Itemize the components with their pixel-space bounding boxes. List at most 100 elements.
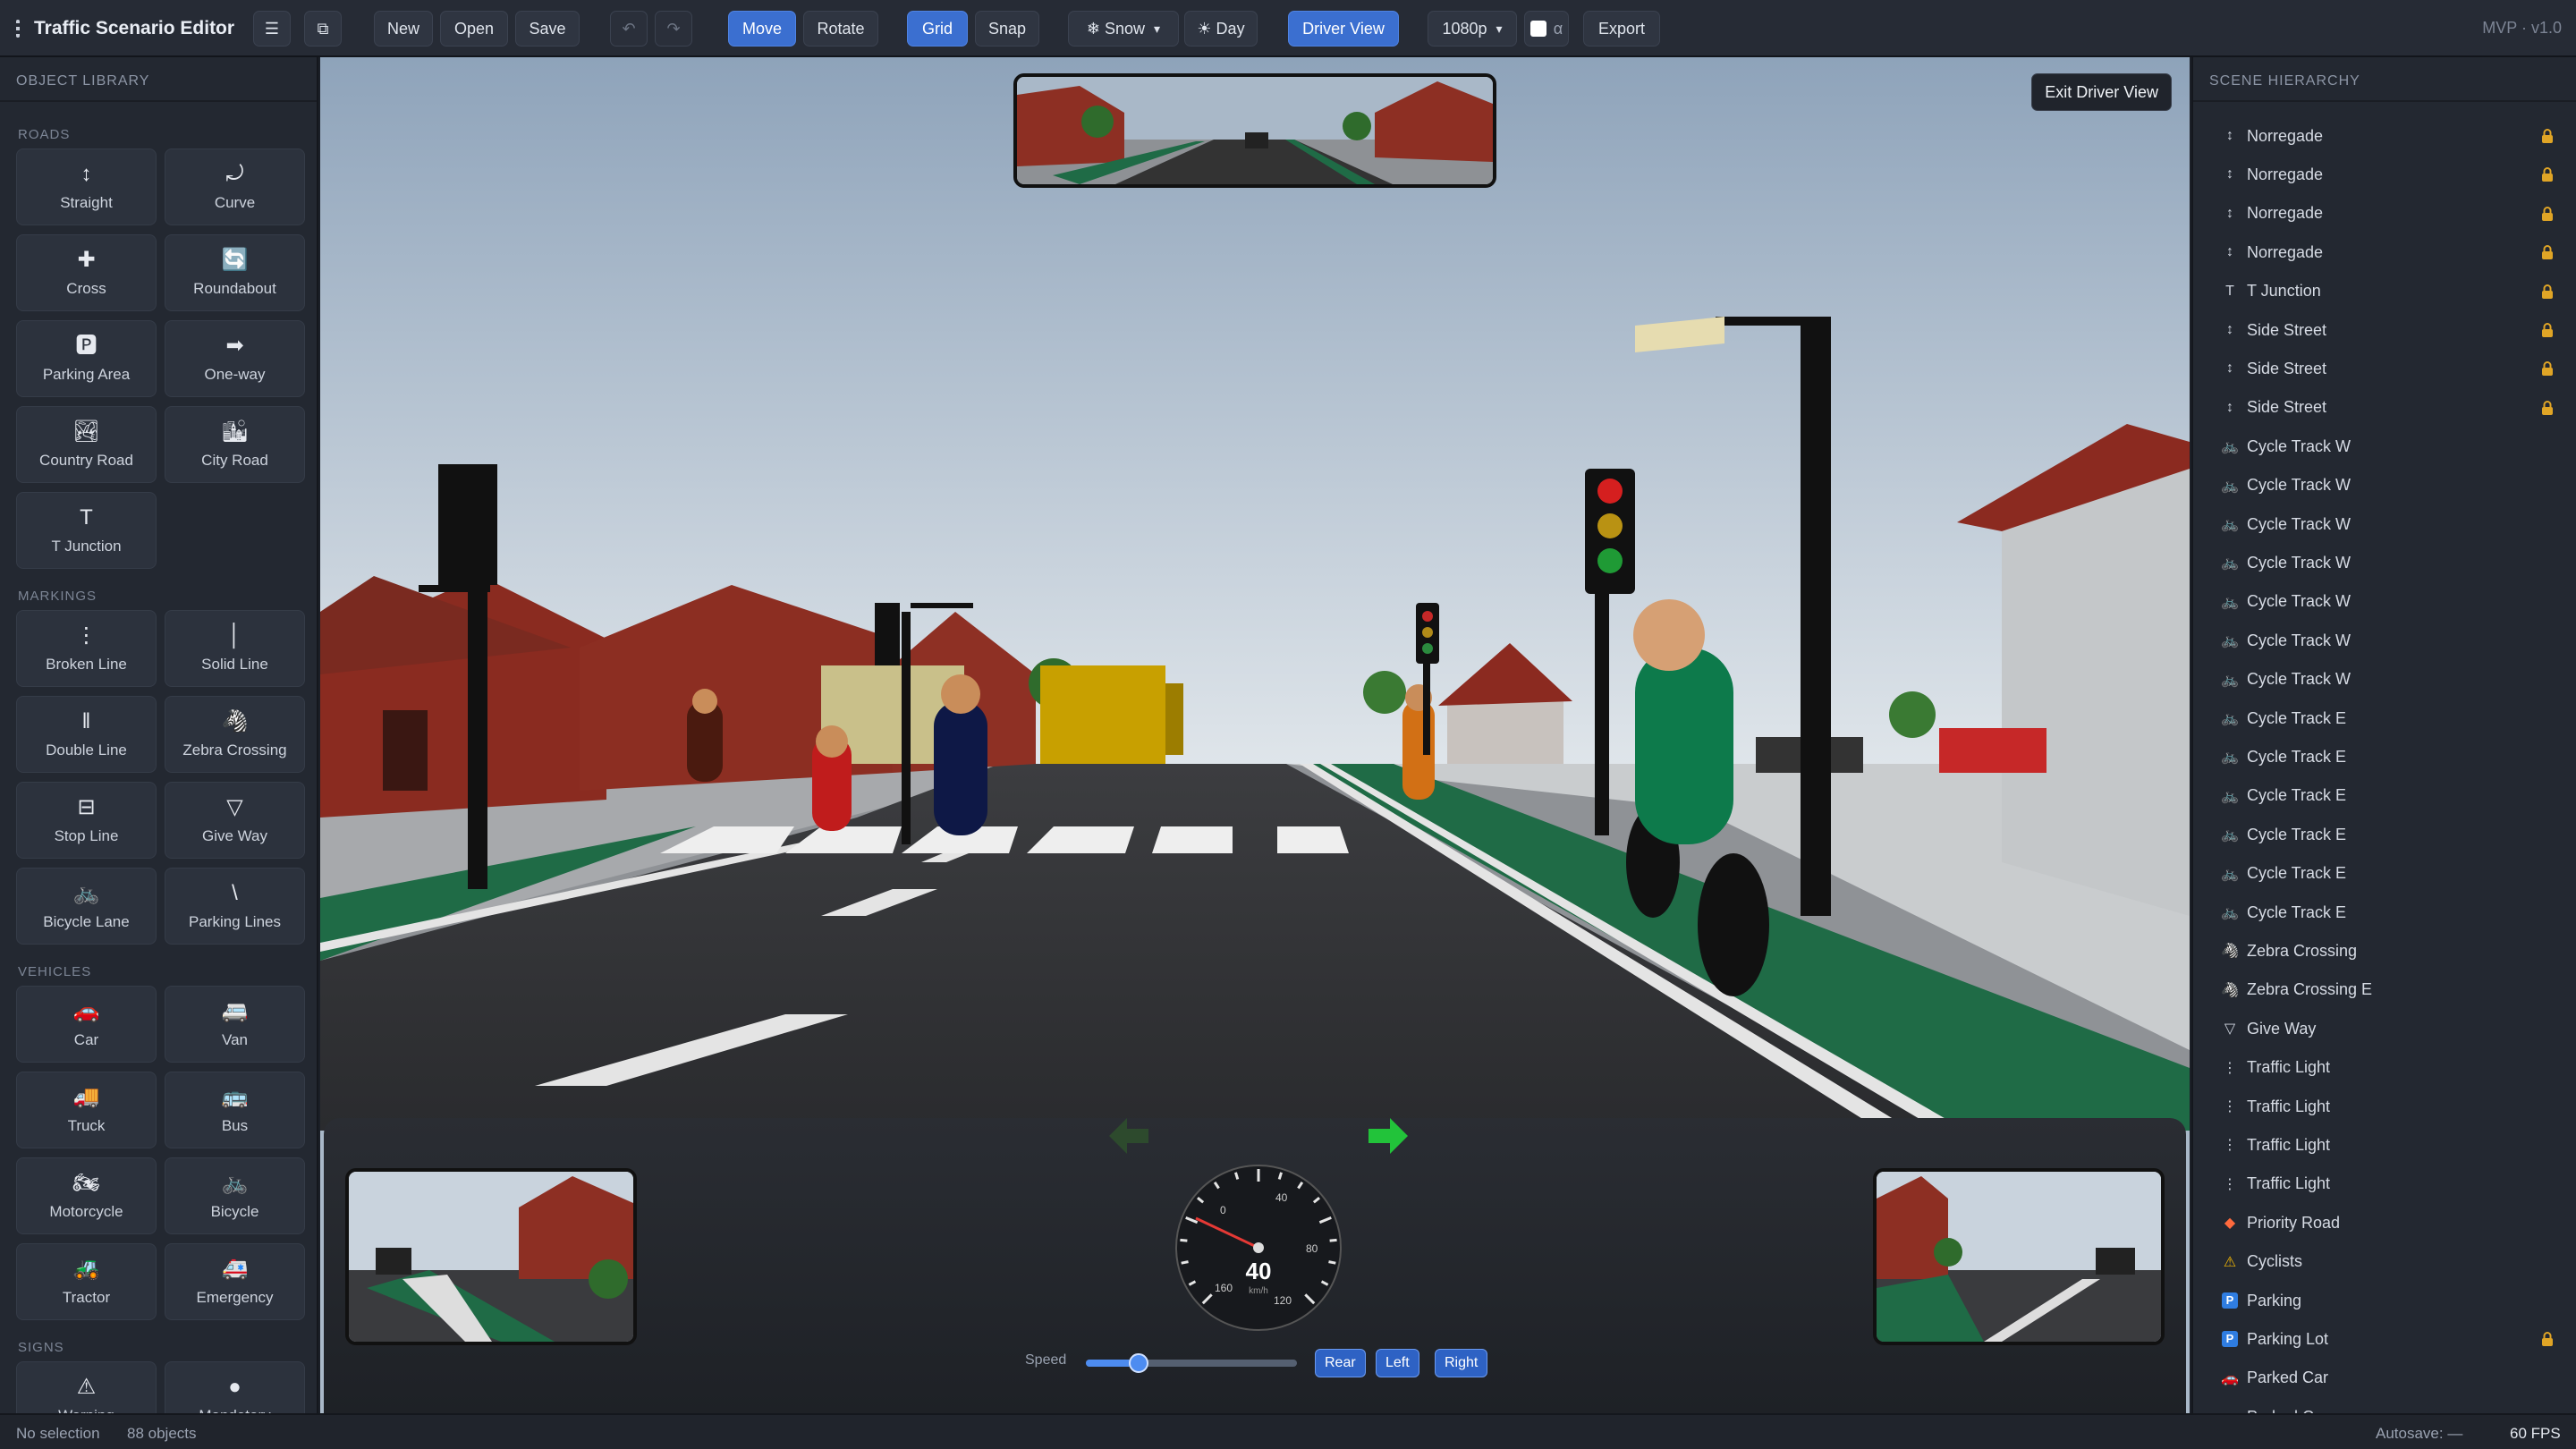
library-tile-solid-line[interactable]: │ Solid Line xyxy=(165,610,305,687)
hierarchy-item[interactable]: ⋮ Traffic Light xyxy=(2193,1127,2576,1163)
hierarchy-item[interactable]: ⋮ Traffic Light xyxy=(2193,1050,2576,1086)
export-button[interactable]: Export xyxy=(1583,11,1660,47)
library-tile-stop-line[interactable]: ⊟ Stop Line xyxy=(16,782,157,859)
library-tile-van[interactable]: 🚐 Van xyxy=(165,986,305,1063)
pedestrian-head xyxy=(941,674,980,714)
lock-icon[interactable] xyxy=(2540,167,2555,182)
new-button[interactable]: New xyxy=(374,11,433,47)
library-tile-parking-lines[interactable]: \ Parking Lines xyxy=(165,868,305,945)
library-tile-bus[interactable]: 🚌 Bus xyxy=(165,1072,305,1148)
hierarchy-item[interactable]: 🚲 Cycle Track E xyxy=(2193,739,2576,775)
hierarchy-item[interactable]: 🚲 Cycle Track W xyxy=(2193,623,2576,658)
lock-icon[interactable] xyxy=(2540,400,2555,415)
lock-icon[interactable] xyxy=(2540,245,2555,260)
driver-view-button[interactable]: Driver View xyxy=(1288,11,1399,47)
hierarchy-item[interactable]: ⋮ Traffic Light xyxy=(2193,1166,2576,1202)
library-tile-give-way[interactable]: ▽ Give Way xyxy=(165,782,305,859)
hierarchy-item[interactable]: P Parking Lot xyxy=(2193,1321,2576,1357)
library-tile-tractor[interactable]: 🚜 Tractor xyxy=(16,1243,157,1320)
library-tile-roundabout[interactable]: 🔄 Roundabout xyxy=(165,234,305,311)
hierarchy-item[interactable]: 🚲 Cycle Track E xyxy=(2193,856,2576,892)
speed-slider-handle[interactable] xyxy=(1129,1353,1148,1373)
duplicate-button[interactable]: ⧉ xyxy=(304,11,342,47)
hierarchy-item[interactable]: ◆ Priority Road xyxy=(2193,1205,2576,1241)
library-tile-bicycle[interactable]: 🚲 Bicycle xyxy=(165,1157,305,1234)
library-tile-parking-area[interactable]: 🅿 Parking Area xyxy=(16,320,157,397)
hierarchy-item[interactable]: ↕ Norregade xyxy=(2193,196,2576,232)
hierarchy-item[interactable]: 🦓 Zebra Crossing xyxy=(2193,933,2576,969)
library-tile-motorcycle[interactable]: 🏍 Motorcycle xyxy=(16,1157,157,1234)
hierarchy-item[interactable]: 🚲 Cycle Track W xyxy=(2193,428,2576,464)
save-button[interactable]: Save xyxy=(515,11,580,47)
hierarchy-item-icon: P xyxy=(2222,1331,2238,1348)
library-tile-bicycle-lane[interactable]: 🚲 Bicycle Lane xyxy=(16,868,157,945)
library-tile-double-line[interactable]: ‖ Double Line xyxy=(16,696,157,773)
hierarchy-item[interactable]: 🚲 Cycle Track W xyxy=(2193,545,2576,580)
3d-viewport[interactable]: Exit Driver View 0 40 80 120 160 40 km/h… xyxy=(320,57,2190,1413)
library-tile-city-road[interactable]: 🏙 City Road xyxy=(165,406,305,483)
hierarchy-item[interactable]: ↕ Norregade xyxy=(2193,118,2576,154)
lock-icon[interactable] xyxy=(2540,323,2555,337)
menu-button[interactable]: ☰ xyxy=(253,11,291,47)
grid-toggle[interactable]: Grid xyxy=(907,11,968,47)
hierarchy-item[interactable]: 🚲 Cycle Track E xyxy=(2193,894,2576,930)
library-tile-curve[interactable]: ⤾ Curve xyxy=(165,148,305,225)
hierarchy-item[interactable]: 🚲 Cycle Track W xyxy=(2193,584,2576,620)
hierarchy-item[interactable]: 🚲 Cycle Track E xyxy=(2193,817,2576,852)
hierarchy-item[interactable]: 🚲 Cycle Track W xyxy=(2193,506,2576,542)
exit-driver-view-button[interactable]: Exit Driver View xyxy=(2031,73,2172,111)
hierarchy-item[interactable]: ↕ Side Street xyxy=(2193,351,2576,386)
hierarchy-item[interactable]: 🚗Parked Car xyxy=(2193,1360,2576,1396)
library-tile-broken-line[interactable]: ⋮ Broken Line xyxy=(16,610,157,687)
hierarchy-item[interactable]: 🚲 Cycle Track E xyxy=(2193,778,2576,814)
left-camera-button[interactable]: Left xyxy=(1376,1349,1419,1377)
library-tile-country-road[interactable]: 🏞 Country Road xyxy=(16,406,157,483)
rotate-tool-button[interactable]: Rotate xyxy=(803,11,878,47)
lock-icon[interactable] xyxy=(2540,129,2555,143)
hierarchy-item[interactable]: ↕ Norregade xyxy=(2193,157,2576,192)
open-button[interactable]: Open xyxy=(440,11,508,47)
weather-select[interactable]: ❄ Snow ▾ xyxy=(1068,11,1179,47)
right-camera-button[interactable]: Right xyxy=(1435,1349,1488,1377)
lock-icon[interactable] xyxy=(2540,1332,2555,1347)
rear-camera-button[interactable]: Rear xyxy=(1315,1349,1366,1377)
library-tile-one-way[interactable]: ➡ One-way xyxy=(165,320,305,397)
hierarchy-item[interactable]: 🚗Parked Car xyxy=(2193,1399,2576,1413)
hierarchy-item[interactable]: 🦓 Zebra Crossing E xyxy=(2193,972,2576,1008)
lock-icon[interactable] xyxy=(2540,361,2555,377)
library-tile-car[interactable]: 🚗 Car xyxy=(16,986,157,1063)
hierarchy-item[interactable]: ▽ Give Way xyxy=(2193,1011,2576,1046)
lock-icon[interactable] xyxy=(2540,206,2555,221)
undo-button[interactable]: ↶ xyxy=(610,11,648,47)
hierarchy-item[interactable]: ⋮ Traffic Light xyxy=(2193,1089,2576,1124)
move-tool-button[interactable]: Move xyxy=(728,11,796,47)
hierarchy-item[interactable]: 🚲 Cycle Track E xyxy=(2193,700,2576,736)
library-tile-t-junction[interactable]: T T Junction xyxy=(16,492,157,569)
resolution-select[interactable]: 1080p ▾ xyxy=(1428,11,1517,47)
hierarchy-item[interactable]: ↕ Norregade xyxy=(2193,234,2576,270)
lock-icon[interactable] xyxy=(2540,284,2555,299)
library-tile-zebra-crossing[interactable]: 🦓 Zebra Crossing xyxy=(165,696,305,773)
alpha-checkbox[interactable] xyxy=(1530,21,1546,37)
alpha-toggle[interactable]: α xyxy=(1524,11,1569,47)
hierarchy-item[interactable]: ↕ Side Street xyxy=(2193,390,2576,426)
library-tile-truck[interactable]: 🚚 Truck xyxy=(16,1072,157,1148)
snap-toggle[interactable]: Snap xyxy=(975,11,1039,47)
library-tile-warning[interactable]: ⚠ Warning xyxy=(16,1361,157,1413)
library-tile-cross[interactable]: ✚ Cross xyxy=(16,234,157,311)
hierarchy-item[interactable]: 🚲 Cycle Track W xyxy=(2193,662,2576,698)
library-tile-emergency[interactable]: 🚑 Emergency xyxy=(165,1243,305,1320)
give-way-icon: ▽ xyxy=(226,795,243,819)
speed-slider[interactable] xyxy=(1086,1353,1297,1373)
library-tile-straight[interactable]: ↕ Straight xyxy=(16,148,157,225)
hierarchy-item-icon: 🚲 xyxy=(2221,711,2239,726)
library-tile-mandatory[interactable]: ● Mandatory xyxy=(165,1361,305,1413)
hierarchy-item[interactable]: ↕ Side Street xyxy=(2193,312,2576,348)
time-of-day-button[interactable]: ☀ Day xyxy=(1184,11,1258,47)
hierarchy-item[interactable]: 🚲 Cycle Track W xyxy=(2193,468,2576,504)
hierarchy-item-label: Norregade xyxy=(2247,165,2324,183)
hierarchy-item[interactable]: ⚠ Cyclists xyxy=(2193,1244,2576,1280)
hierarchy-item[interactable]: T T Junction xyxy=(2193,274,2576,309)
hierarchy-item[interactable]: P Parking xyxy=(2193,1283,2576,1318)
redo-button[interactable]: ↷ xyxy=(655,11,692,47)
